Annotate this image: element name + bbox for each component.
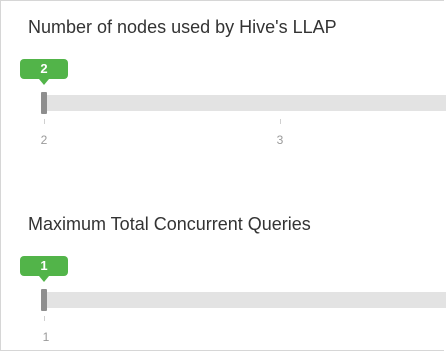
llap-nodes-tick-mark xyxy=(44,119,45,124)
llap-nodes-value-badge[interactable]: 2 xyxy=(20,59,68,85)
llap-nodes-title: Number of nodes used by Hive's LLAP xyxy=(28,17,337,37)
max-concurrent-queries-tick-mark xyxy=(44,316,45,321)
max-concurrent-queries-slider-track[interactable] xyxy=(44,292,446,308)
llap-nodes-tick-label: 2 xyxy=(40,133,48,147)
max-concurrent-queries-title: Maximum Total Concurrent Queries xyxy=(28,214,311,234)
max-concurrent-queries-value-badge[interactable]: 1 xyxy=(20,256,68,282)
llap-nodes-tick-mark xyxy=(280,119,281,124)
llap-nodes-slider-track[interactable] xyxy=(44,95,446,111)
max-concurrent-queries-tick-label: 1 xyxy=(42,330,50,344)
llap-nodes-tick-label: 3 xyxy=(276,133,284,147)
max-concurrent-queries-slider-handle[interactable] xyxy=(41,289,47,311)
llap-nodes-slider-handle[interactable] xyxy=(41,92,47,114)
config-panel: Number of nodes used by Hive's LLAP 2 2 … xyxy=(0,0,446,351)
